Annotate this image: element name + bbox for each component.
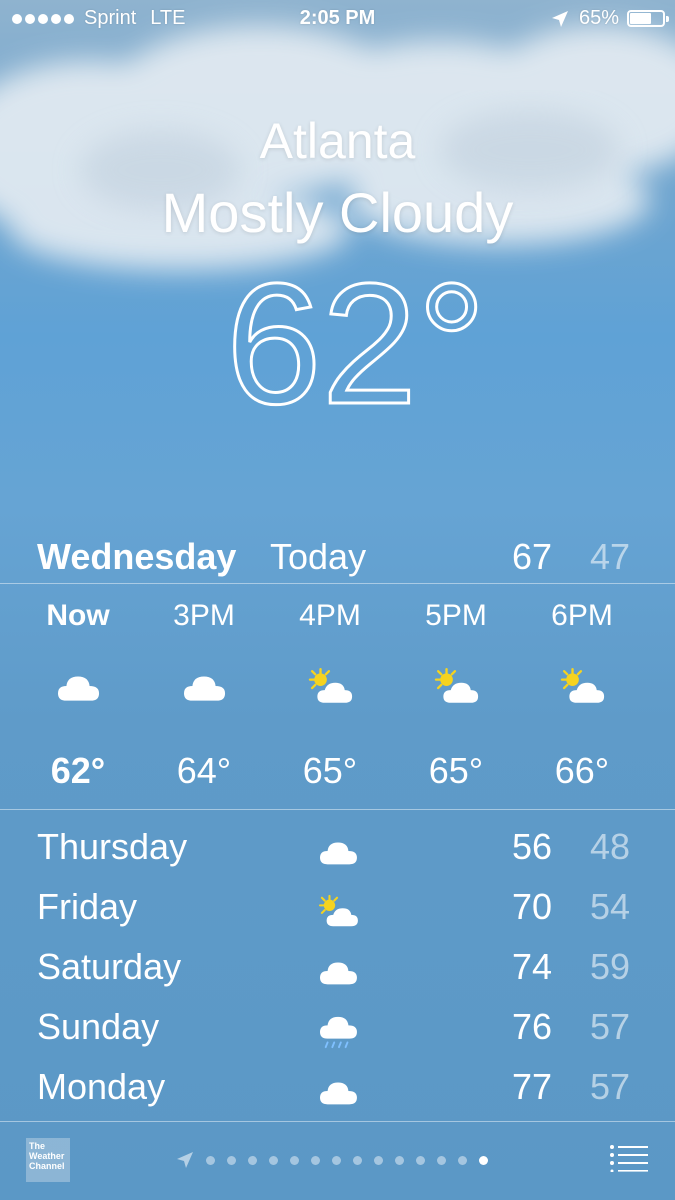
hour-label: 5PM bbox=[425, 599, 487, 632]
hourly-item: 5PM 65° bbox=[393, 585, 519, 807]
hour-label: Now bbox=[46, 599, 110, 632]
today-summary: Wednesday Today 67 47 bbox=[0, 532, 675, 582]
day-icon bbox=[316, 954, 360, 990]
hourly-item: 3PM 64° bbox=[141, 585, 267, 807]
page-indicator[interactable] bbox=[176, 1150, 488, 1170]
page-dot[interactable] bbox=[206, 1155, 215, 1165]
hour-temp: 62° bbox=[50, 750, 106, 791]
day-icon bbox=[316, 894, 360, 930]
daily-row: Monday 77 57 bbox=[0, 1060, 675, 1120]
battery-level bbox=[630, 13, 651, 24]
hour-icon bbox=[557, 667, 607, 707]
today-high: 67 bbox=[512, 536, 553, 577]
logo-text: The Weather Channel bbox=[29, 1141, 65, 1171]
day-icon bbox=[316, 834, 360, 870]
day-high: 70 bbox=[512, 886, 553, 927]
day-name: Saturday bbox=[37, 946, 182, 987]
hour-label: 4PM bbox=[299, 599, 361, 632]
today-day: Wednesday bbox=[37, 536, 237, 577]
page-dot[interactable] bbox=[248, 1155, 257, 1165]
page-dot[interactable] bbox=[227, 1155, 236, 1165]
day-high: 56 bbox=[512, 826, 553, 867]
daily-row: Thursday 56 48 bbox=[0, 820, 675, 880]
day-name: Thursday bbox=[37, 826, 188, 867]
location-arrow-icon bbox=[177, 1152, 193, 1168]
page-dot[interactable] bbox=[437, 1155, 446, 1165]
condition-text: Mostly Cloudy bbox=[161, 181, 514, 244]
page-dot[interactable] bbox=[290, 1155, 299, 1165]
hourly-item: 6PM 66° bbox=[519, 585, 645, 807]
divider bbox=[0, 583, 675, 584]
cloud-icon bbox=[184, 676, 226, 701]
hour-icon bbox=[53, 667, 103, 707]
today-low: 47 bbox=[590, 536, 631, 577]
city-name: Atlanta bbox=[259, 113, 416, 169]
partly-sunny-icon bbox=[434, 667, 479, 703]
today-label: Today bbox=[270, 536, 367, 577]
rain-icon bbox=[320, 1016, 357, 1049]
hourly-forecast[interactable]: Now 62° 3PM 64° 4PM 65° 5PM 65° 6PM 66° bbox=[0, 585, 675, 807]
day-low: 48 bbox=[590, 826, 631, 867]
day-name: Sunday bbox=[37, 1006, 160, 1047]
cloud-icon bbox=[320, 842, 357, 865]
daily-row: Friday 70 54 bbox=[0, 880, 675, 940]
partly-sunny-icon bbox=[308, 667, 353, 703]
weather-screen: Sprint LTE 2:05 PM 65% Atlanta Mostly Cl… bbox=[0, 0, 675, 1200]
current-temperature-text: 62° bbox=[226, 258, 486, 428]
hour-temp: 66° bbox=[554, 750, 610, 791]
page-dot[interactable] bbox=[353, 1155, 362, 1165]
day-low: 54 bbox=[590, 886, 631, 927]
bottom-bar: The Weather Channel bbox=[0, 1122, 675, 1200]
daily-forecast[interactable]: Thursday 56 48 Friday 70 54 Saturday 74 59… bbox=[0, 820, 675, 1120]
hourly-item: Now 62° bbox=[15, 585, 141, 807]
page-dot[interactable] bbox=[332, 1155, 341, 1165]
hourly-item: 4PM 65° bbox=[267, 585, 393, 807]
hour-temp: 65° bbox=[428, 750, 484, 791]
page-dot[interactable] bbox=[374, 1155, 383, 1165]
hour-label: 6PM bbox=[551, 599, 613, 632]
hour-icon bbox=[179, 667, 229, 707]
day-name: Friday bbox=[37, 886, 138, 927]
cloud-icon bbox=[320, 1082, 357, 1105]
day-high: 77 bbox=[512, 1066, 553, 1107]
page-dot-active[interactable] bbox=[479, 1155, 488, 1165]
page-dot[interactable] bbox=[416, 1155, 425, 1165]
partly-sunny-icon bbox=[560, 667, 605, 703]
divider bbox=[0, 809, 675, 810]
location-arrow-icon bbox=[551, 10, 568, 27]
page-dot[interactable] bbox=[269, 1155, 278, 1165]
day-name: Monday bbox=[37, 1066, 166, 1107]
day-icon bbox=[316, 1014, 360, 1050]
hour-label: 3PM bbox=[173, 599, 235, 632]
day-icon bbox=[316, 1074, 360, 1110]
day-low: 59 bbox=[590, 946, 631, 987]
battery-icon bbox=[627, 10, 669, 27]
partly-sunny-icon bbox=[318, 894, 358, 927]
battery-percent: 65% bbox=[578, 7, 619, 29]
status-right: 65% bbox=[551, 7, 669, 30]
day-high: 74 bbox=[512, 946, 553, 987]
status-bar: Sprint LTE 2:05 PM 65% bbox=[0, 0, 675, 38]
cloud-icon bbox=[320, 962, 357, 985]
daily-row: Sunday 76 57 bbox=[0, 1000, 675, 1060]
day-low: 57 bbox=[590, 1006, 631, 1047]
page-dot[interactable] bbox=[311, 1155, 320, 1165]
page-dot[interactable] bbox=[458, 1155, 467, 1165]
day-low: 57 bbox=[590, 1066, 631, 1107]
page-dot[interactable] bbox=[395, 1155, 404, 1165]
hour-temp: 64° bbox=[176, 750, 232, 791]
current-temperature: 62° bbox=[224, 258, 487, 428]
hour-icon bbox=[431, 667, 481, 707]
cloud-icon bbox=[58, 676, 100, 701]
city-list-icon[interactable] bbox=[609, 1144, 649, 1172]
hour-icon bbox=[305, 667, 355, 707]
daily-row: Saturday 74 59 bbox=[0, 940, 675, 1000]
hour-temp: 65° bbox=[302, 750, 358, 791]
weather-channel-logo[interactable]: The Weather Channel bbox=[26, 1138, 70, 1182]
day-high: 76 bbox=[512, 1006, 553, 1047]
